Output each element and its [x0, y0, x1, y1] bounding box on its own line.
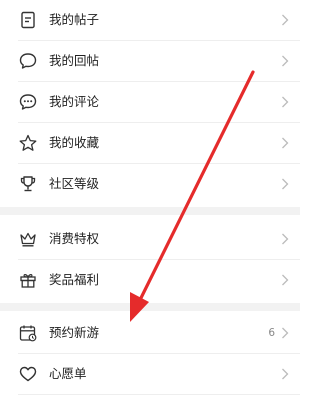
gift-icon [18, 270, 38, 290]
chevron-right-icon [281, 327, 289, 339]
menu-item-label: 心愿单 [49, 366, 87, 381]
menu-item-label: 预约新游 [49, 325, 100, 340]
trophy-icon [18, 174, 38, 194]
chevron-right-icon [281, 14, 289, 26]
menu-item-label: 我的回帖 [49, 53, 100, 68]
heart-icon [18, 364, 38, 384]
menu-item-my-comments[interactable]: 我的评论 [0, 82, 300, 122]
calendar-clock-icon [18, 323, 38, 343]
reservation-count: 6 [268, 327, 275, 339]
menu-item-reserve-new-games[interactable]: 预约新游 6 [0, 313, 300, 353]
menu-item-wishlist[interactable]: 心愿单 [0, 354, 300, 394]
section-gap [0, 303, 300, 311]
chevron-right-icon [281, 96, 289, 108]
chevron-right-icon [281, 137, 289, 149]
menu-item-consumption-privileges[interactable]: 消费特权 [0, 219, 300, 259]
menu-item-label: 奖品福利 [49, 272, 100, 287]
star-icon [18, 133, 38, 153]
menu-item-label: 我的收藏 [49, 135, 100, 150]
section-gap [0, 207, 300, 215]
chevron-right-icon [281, 233, 289, 245]
menu-item-prize-benefits[interactable]: 奖品福利 [0, 260, 300, 300]
chevron-right-icon [281, 274, 289, 286]
menu-item-label: 社区等级 [49, 176, 100, 191]
chevron-right-icon [281, 178, 289, 190]
crown-icon [18, 229, 38, 249]
document-icon [18, 10, 38, 30]
comment-dots-icon [18, 92, 38, 112]
divider [18, 394, 300, 395]
profile-menu-screen: 我的帖子 我的回帖 我的评论 我的收藏 社区等级 消费特权 奖品福利 预约新游 … [0, 0, 300, 400]
menu-item-my-posts[interactable]: 我的帖子 [0, 0, 300, 40]
menu-item-my-favorites[interactable]: 我的收藏 [0, 123, 300, 163]
menu-item-label: 消费特权 [49, 231, 100, 246]
speech-bubble-icon [18, 51, 38, 71]
menu-item-my-replies[interactable]: 我的回帖 [0, 41, 300, 81]
chevron-right-icon [281, 55, 289, 67]
menu-item-label: 我的评论 [49, 94, 100, 109]
menu-item-label: 我的帖子 [49, 12, 100, 27]
chevron-right-icon [281, 368, 289, 380]
menu-item-community-level[interactable]: 社区等级 [0, 164, 300, 204]
